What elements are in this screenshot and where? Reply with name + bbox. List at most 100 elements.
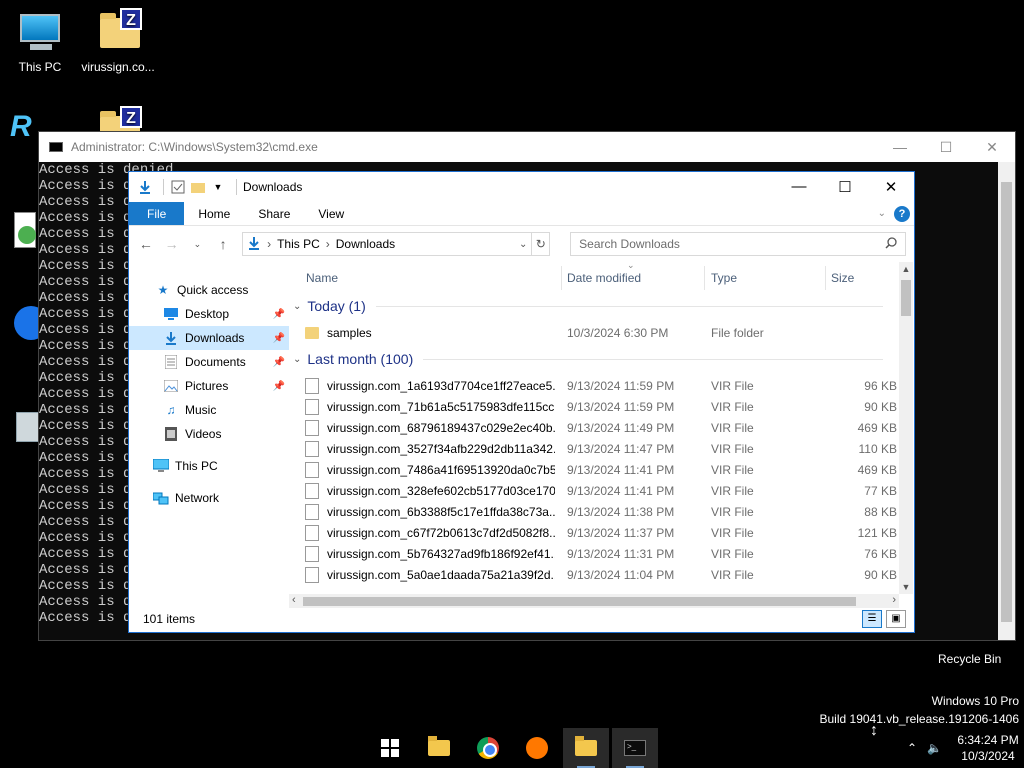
- help-icon[interactable]: ?: [894, 205, 910, 222]
- nav-pictures[interactable]: Pictures 📌: [129, 374, 289, 398]
- taskbar-avast[interactable]: [514, 728, 560, 768]
- search-input[interactable]: [579, 237, 885, 251]
- nav-downloads[interactable]: Downloads 📌: [129, 326, 289, 350]
- desktop-icon-notepad[interactable]: [0, 210, 40, 262]
- column-header-date[interactable]: Date modified: [567, 271, 641, 285]
- refresh-icon[interactable]: ↻: [532, 232, 551, 256]
- nav-network[interactable]: Network: [129, 486, 289, 510]
- breadcrumb-this-pc[interactable]: This PC: [277, 237, 320, 251]
- file-name: virussign.com_3527f34afb229d2db11a342...: [327, 441, 555, 456]
- maximize-button[interactable]: ☐: [923, 139, 969, 156]
- nav-videos[interactable]: Videos: [129, 422, 289, 446]
- list-item[interactable]: virussign.com_6b3388f5c17e1ffda38c73a...…: [305, 501, 897, 522]
- minimize-button[interactable]: —: [776, 178, 822, 196]
- list-item[interactable]: virussign.com_68796189437c029e2ec40b... …: [305, 417, 897, 438]
- list-item[interactable]: virussign.com_328efe602cb5177d03ce170...…: [305, 480, 897, 501]
- show-hidden-icons-chevron-icon[interactable]: ⌃: [907, 741, 917, 755]
- nav-quick-access[interactable]: ★ Quick access: [129, 278, 289, 302]
- list-item[interactable]: virussign.com_1a6193d7704ce1ff27eace5...…: [305, 375, 897, 396]
- list-item[interactable]: virussign.com_5a0ae1daada75a21a39f2d... …: [305, 564, 897, 585]
- documents-icon: [163, 354, 179, 370]
- quick-access-toolbar-dropdown-icon[interactable]: ▼: [210, 179, 226, 195]
- scrollbar-thumb[interactable]: [303, 597, 856, 606]
- scroll-right-icon[interactable]: ›: [892, 594, 896, 606]
- folder-icon: [428, 736, 450, 756]
- list-item[interactable]: samples 10/3/2024 6:30 PM File folder: [305, 322, 885, 343]
- details-view-icon[interactable]: ☰: [862, 610, 882, 628]
- taskbar-cmd[interactable]: >_: [612, 728, 658, 768]
- clock[interactable]: 6:34:24 PM 10/3/2024: [952, 732, 1024, 764]
- desktop-icon-process-hacker[interactable]: [0, 410, 40, 462]
- new-folder-icon[interactable]: [190, 179, 206, 195]
- uninstaller-icon: R: [10, 110, 32, 143]
- taskbar-chrome[interactable]: [465, 728, 511, 768]
- tab-share[interactable]: Share: [244, 202, 304, 225]
- list-item[interactable]: virussign.com_71b61a5c5175983dfe115cc...…: [305, 396, 897, 417]
- close-button[interactable]: ✕: [969, 139, 1015, 156]
- column-header-name[interactable]: Name: [306, 271, 338, 285]
- close-button[interactable]: ✕: [868, 178, 914, 196]
- list-item[interactable]: virussign.com_c67f72b0613c7df2d5082f8...…: [305, 522, 897, 543]
- file-size: 469 KB: [857, 462, 897, 477]
- column-header-size[interactable]: Size: [831, 271, 854, 285]
- scroll-left-icon[interactable]: ‹: [292, 594, 296, 606]
- explorer-window[interactable]: ▼ Downloads — ☐ ✕ File Home Share View ⌄…: [128, 171, 915, 633]
- tab-file[interactable]: File: [129, 202, 185, 225]
- file-icon: [305, 377, 319, 394]
- tab-view[interactable]: View: [304, 202, 358, 225]
- recent-locations-chevron-icon[interactable]: ⌄: [189, 239, 207, 250]
- breadcrumb-downloads[interactable]: Downloads: [336, 237, 395, 251]
- address-field[interactable]: › This PC › Downloads ⌄: [242, 232, 533, 256]
- file-type: VIR File: [711, 441, 754, 456]
- volume-icon[interactable]: 🔈: [927, 741, 942, 755]
- list-item[interactable]: virussign.com_5b764327ad9fb186f92ef41...…: [305, 543, 897, 564]
- taskbar-file-explorer-active[interactable]: [563, 728, 609, 768]
- file-icon: [305, 524, 319, 541]
- file-type: VIR File: [711, 462, 754, 477]
- console-icon: [49, 142, 63, 152]
- nav-this-pc[interactable]: This PC: [129, 454, 289, 478]
- nav-documents[interactable]: Documents 📌: [129, 350, 289, 374]
- column-header-type[interactable]: Type: [711, 271, 737, 285]
- desktop-icon-uninstaller[interactable]: R: [0, 106, 40, 158]
- forward-arrow-icon[interactable]: →: [163, 236, 181, 252]
- nav-music[interactable]: ♫ Music: [129, 398, 289, 422]
- minimize-button[interactable]: —: [877, 139, 923, 156]
- file-type: VIR File: [711, 483, 754, 498]
- group-header-today[interactable]: ⌄ Today (1): [293, 298, 883, 314]
- tab-home[interactable]: Home: [184, 202, 244, 225]
- large-icons-view-icon[interactable]: ▣: [886, 610, 906, 628]
- zip-folder-icon: Z: [94, 8, 142, 56]
- pin-icon[interactable]: 📌: [273, 357, 285, 368]
- pin-icon[interactable]: 📌: [273, 333, 285, 344]
- cmd-scrollbar[interactable]: [998, 162, 1015, 640]
- expand-ribbon-icon[interactable]: ⌄: [878, 208, 886, 219]
- up-arrow-icon[interactable]: ↑: [214, 236, 232, 252]
- vertical-scrollbar[interactable]: ▲ ▼: [899, 262, 913, 594]
- desktop-icon-recycle-bin[interactable]: Recycle Bin: [938, 652, 1001, 666]
- back-arrow-icon[interactable]: ←: [137, 236, 155, 252]
- nav-desktop[interactable]: Desktop 📌: [129, 302, 289, 326]
- desktop-icon-virussign-zip[interactable]: Z virussign.co...: [78, 8, 158, 74]
- explorer-title-bar[interactable]: ▼ Downloads — ☐ ✕: [129, 172, 914, 202]
- address-dropdown-icon[interactable]: ⌄: [519, 239, 527, 250]
- maximize-button[interactable]: ☐: [822, 178, 868, 196]
- taskbar-file-explorer[interactable]: [416, 728, 462, 768]
- scroll-up-icon[interactable]: ▲: [899, 264, 913, 274]
- pin-icon[interactable]: 📌: [273, 309, 285, 320]
- list-item[interactable]: virussign.com_3527f34afb229d2db11a342...…: [305, 438, 897, 459]
- search-box[interactable]: [570, 232, 906, 256]
- pin-icon[interactable]: 📌: [273, 381, 285, 392]
- scrollbar-thumb[interactable]: [901, 280, 911, 316]
- start-button[interactable]: [367, 728, 413, 768]
- desktop-icon-this-pc[interactable]: This PC: [0, 8, 80, 74]
- file-size: 90 KB: [864, 567, 897, 582]
- list-item[interactable]: virussign.com_7486a41f69513920da0c7b5...…: [305, 459, 897, 480]
- cmd-title-bar[interactable]: Administrator: C:\Windows\System32\cmd.e…: [39, 132, 1015, 162]
- scroll-down-icon[interactable]: ▼: [899, 582, 913, 592]
- desktop-icon-chrome[interactable]: [0, 304, 48, 356]
- clock-date: 10/3/2024: [961, 749, 1015, 763]
- group-header-last-month[interactable]: ⌄ Last month (100): [293, 351, 883, 367]
- file-type: File folder: [711, 325, 764, 340]
- properties-icon[interactable]: [170, 179, 186, 195]
